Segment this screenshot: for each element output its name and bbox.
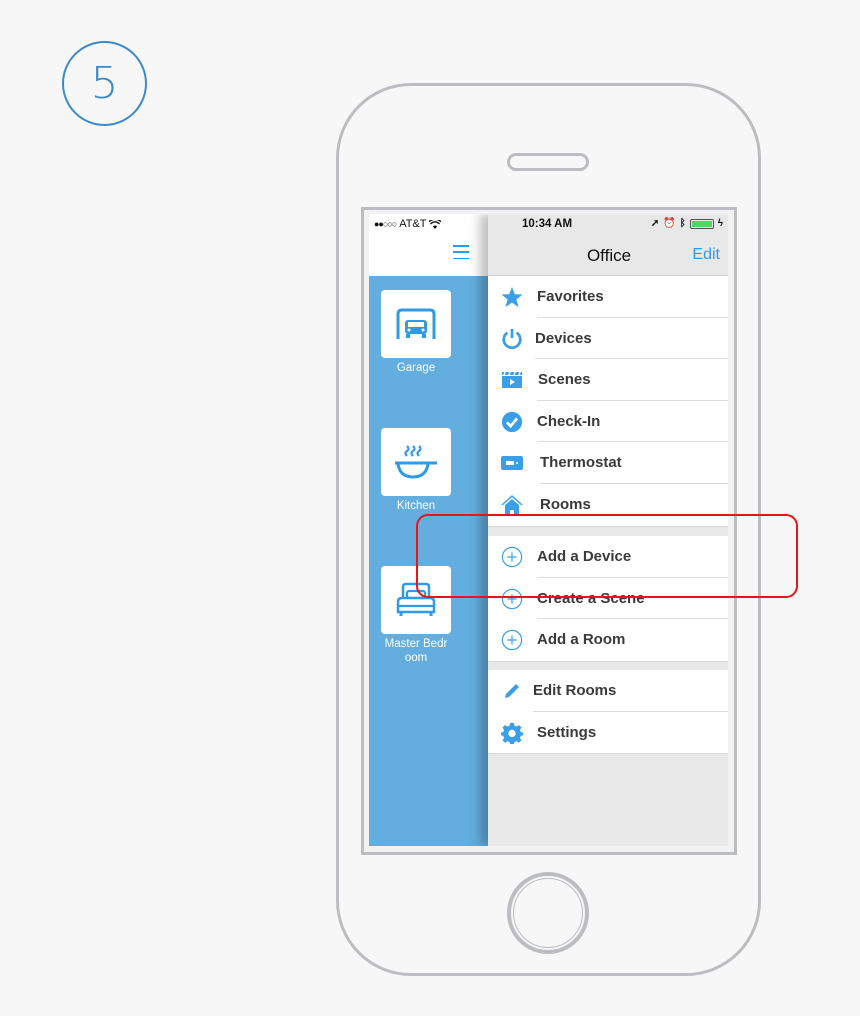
bluetooth-icon: ᛒ: [679, 218, 686, 229]
menu-item-thermostat[interactable]: Thermostat: [488, 442, 728, 484]
plus-circle-icon: [500, 628, 524, 652]
battery-icon: [689, 218, 714, 229]
menu-section-manage: Edit Rooms Settings: [488, 670, 728, 755]
room-tile-kitchen[interactable]: Kitchen: [381, 428, 451, 513]
menu-item-label: Favorites: [537, 288, 604, 305]
menu-item-settings[interactable]: Settings: [488, 712, 728, 754]
garage-car-icon: [396, 308, 436, 339]
wifi-icon: [429, 219, 442, 229]
power-icon: [500, 327, 524, 351]
nav-bar: Office Edit: [488, 234, 728, 276]
signal-strength: ●●○○○: [374, 219, 397, 229]
drawer-header: ●●○○○ AT&T: [369, 214, 488, 276]
check-circle-icon: [500, 410, 524, 434]
carrier-name: AT&T: [399, 218, 427, 230]
gear-icon: [500, 721, 524, 745]
menu-item-label: Check-In: [537, 412, 601, 430]
status-time: 10:34 AM: [522, 218, 573, 230]
room-label: Kitchen: [396, 500, 436, 512]
menu-item-edit-rooms[interactable]: Edit Rooms: [488, 670, 728, 712]
status-right: ➚ ⏰ ᛒ ϟ: [651, 218, 723, 229]
menu-item-label: Add a Room: [537, 631, 626, 649]
room-tile-icon-box: [381, 290, 451, 358]
star-icon: [500, 285, 524, 309]
menu-item-label: Devices: [535, 329, 592, 347]
phone-home-button[interactable]: [507, 872, 589, 954]
menu-section-navigation: Favorites Devices Scenes Check-In Thermo: [488, 276, 728, 527]
step-number-badge: 5: [62, 41, 147, 126]
menu-item-label: Scenes: [538, 371, 591, 389]
room-label: Garage: [396, 362, 436, 374]
room-tile-garage[interactable]: Garage: [381, 290, 451, 375]
room-label: Master Bedr oom: [384, 638, 448, 664]
room-tile-icon-box: [381, 428, 451, 496]
menu-item-check-in[interactable]: Check-In: [488, 401, 728, 443]
menu-item-favorites[interactable]: Favorites: [488, 276, 728, 318]
status-left: ●●○○○ AT&T: [374, 218, 442, 230]
thermostat-icon: [500, 451, 524, 475]
clapperboard-icon: [500, 368, 524, 392]
pencil-icon: [500, 679, 524, 703]
charging-icon: ϟ: [717, 218, 723, 229]
menu-item-label: Settings: [537, 723, 597, 741]
menu-item-add-a-room[interactable]: Add a Room: [488, 619, 728, 661]
menu-item-scenes[interactable]: Scenes: [488, 359, 728, 401]
location-arrow-icon: ➚: [650, 218, 660, 229]
pan-icon: [395, 445, 437, 479]
highlight-callout-box: [416, 514, 798, 598]
menu-item-label: Edit Rooms: [533, 682, 617, 699]
status-bar: 10:34 AM ➚ ⏰ ᛒ ϟ: [488, 214, 728, 234]
alarm-icon: ⏰: [663, 218, 676, 229]
phone-speaker: [507, 153, 589, 171]
edit-button[interactable]: Edit: [692, 246, 720, 264]
hamburger-menu-icon[interactable]: [453, 245, 469, 259]
menu-item-label: Rooms: [540, 495, 591, 513]
menu-item-label: Thermostat: [540, 454, 622, 472]
menu-item-devices[interactable]: Devices: [488, 318, 728, 360]
